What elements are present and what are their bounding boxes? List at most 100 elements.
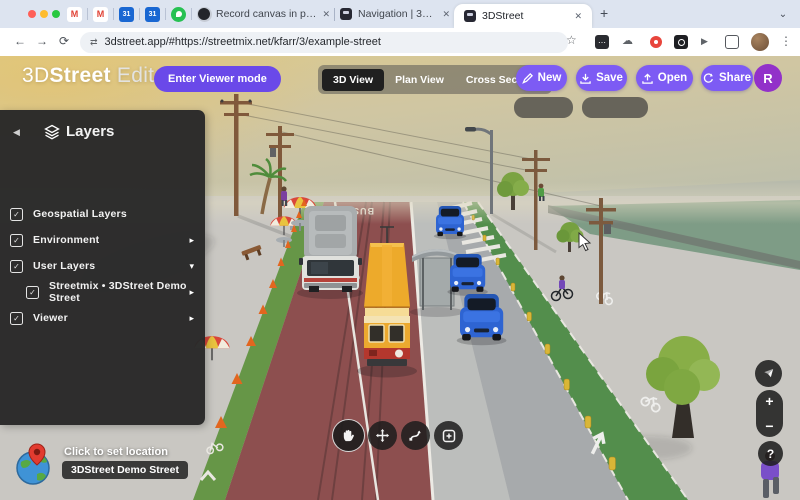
new-tab-button[interactable]: + [600, 5, 608, 21]
divider [165, 8, 166, 20]
open-button[interactable]: Open [636, 65, 693, 91]
add-square-icon [442, 429, 456, 443]
layer-row-streetmix[interactable]: ✓ Streetmix • 3DStreet Demo Street ▸ [0, 279, 205, 305]
pencil-icon [522, 73, 533, 84]
share-label: Share [719, 72, 751, 84]
profile-avatar[interactable] [751, 33, 769, 51]
tab-3d-view[interactable]: 3D View [322, 69, 384, 91]
save-button[interactable]: Save [576, 65, 627, 91]
app-logo: 3DStreet Editor [22, 64, 174, 88]
layer-row-viewer[interactable]: ✓ Viewer ▸ [0, 305, 205, 331]
tab-close-icon[interactable]: ✕ [574, 11, 582, 22]
mouse-cursor [577, 232, 593, 252]
layers-panel-title: Layers [66, 123, 114, 140]
checkbox[interactable]: ✓ [10, 234, 23, 247]
chevron-right-icon[interactable]: ▸ [189, 313, 194, 324]
omnibox[interactable]: ⇄ 3dstreet.app/#https://streetmix.net/kf… [80, 32, 568, 53]
browser-tab-strip: M M 31 31 Record canvas in posthog - Is … [0, 0, 800, 28]
bus[interactable] [297, 206, 363, 299]
extensions-icon[interactable]: ⋯ [595, 35, 609, 49]
traffic-close-button[interactable] [28, 10, 36, 18]
ghost-pill [582, 97, 648, 118]
help-button[interactable]: ? [758, 441, 783, 466]
gmail-icon[interactable]: M [93, 7, 108, 22]
enter-viewer-mode-button[interactable]: Enter Viewer mode [154, 66, 281, 92]
collapse-panel-icon[interactable]: ◀ [13, 127, 20, 138]
url-text: 3dstreet.app/#https://streetmix.net/kfar… [105, 36, 381, 48]
layer-row-geospatial[interactable]: ✓ Geospatial Layers [0, 201, 205, 227]
calendar-icon[interactable]: 31 [119, 7, 134, 22]
divider [191, 8, 192, 20]
ghost-pill [514, 97, 573, 118]
site-permissions-icon[interactable]: ⇄ [90, 37, 98, 48]
tab-title: Navigation | 3DStreet [358, 8, 436, 20]
layer-label: Viewer [33, 312, 68, 324]
save-label: Save [596, 72, 623, 84]
hand-tool-button[interactable] [332, 419, 365, 452]
browser-menu-icon[interactable]: ⋮ [780, 34, 792, 48]
share-icon [703, 73, 714, 84]
recenter-compass-button[interactable] [755, 360, 782, 387]
checkbox[interactable]: ✓ [10, 260, 23, 273]
tab-close-icon[interactable]: ✕ [322, 9, 330, 20]
download-icon [580, 73, 591, 84]
browser-tab[interactable]: Navigation | 3DStreet ✕ [340, 0, 450, 28]
shape-extension-icon[interactable] [725, 35, 739, 49]
profile-button[interactable]: R [754, 64, 782, 92]
layer-label: Geospatial Layers [33, 208, 127, 220]
reload-icon[interactable]: ⟳ [59, 34, 69, 48]
share-button[interactable]: Share [701, 65, 753, 91]
traffic-minimize-button[interactable] [40, 10, 48, 18]
new-button[interactable]: New [516, 65, 567, 91]
divider [334, 8, 335, 21]
chevron-right-icon[interactable]: ▸ [189, 235, 194, 246]
layers-icon [44, 124, 60, 140]
set-location-hint[interactable]: Click to set location [64, 446, 168, 458]
divider [87, 8, 88, 20]
traffic-zoom-button[interactable] [52, 10, 60, 18]
checkbox[interactable]: ✓ [10, 208, 23, 221]
browser-address-bar: ← → ⟳ ⇄ 3dstreet.app/#https://streetmix.… [0, 28, 800, 56]
add-entity-button[interactable] [434, 421, 463, 450]
move-tool-button[interactable] [368, 421, 397, 450]
divider [139, 8, 140, 20]
logo-3d: 3D [22, 64, 49, 87]
chevron-right-icon[interactable]: ▸ [189, 287, 194, 298]
checkbox[interactable]: ✓ [26, 286, 39, 299]
video-extension-icon[interactable]: ▶ [701, 36, 708, 47]
whatsapp-icon[interactable] [171, 7, 186, 22]
layer-label: User Layers [33, 260, 95, 272]
curve-tool-button[interactable] [401, 421, 430, 450]
record-extension-icon[interactable] [650, 36, 662, 48]
street-name-label[interactable]: 3DStreet Demo Street [62, 461, 188, 479]
camera-extension-icon[interactable] [674, 35, 688, 49]
site-favicon [340, 8, 352, 20]
zoom-out-button[interactable]: − [765, 420, 773, 432]
3dstreet-editor: BUS ONLY [0, 56, 800, 500]
zoom-in-button[interactable]: + [765, 395, 773, 407]
chevron-down-icon[interactable]: ▾ [189, 261, 194, 272]
gmail-icon[interactable]: M [67, 7, 82, 22]
posthog-favicon [198, 8, 210, 20]
tab-search-chevron[interactable]: ⌄ [774, 5, 792, 23]
tab-plan-view[interactable]: Plan View [384, 74, 455, 86]
site-favicon [464, 10, 476, 22]
upload-icon [642, 73, 653, 84]
compass-icon [761, 366, 776, 381]
forward-icon[interactable]: → [36, 34, 48, 48]
browser-tab-active[interactable]: 3DStreet ✕ [454, 4, 592, 28]
set-location-globe[interactable] [13, 442, 57, 486]
calendar-icon[interactable]: 31 [145, 7, 160, 22]
checkbox[interactable]: ✓ [10, 312, 23, 325]
cloud-extension-icon[interactable]: ☁ [622, 34, 633, 47]
layer-row-user-layers[interactable]: ✓ User Layers ▾ [0, 253, 205, 279]
divider [113, 8, 114, 20]
new-label: New [538, 72, 562, 84]
layers-panel-header: ◀ Layers [0, 120, 205, 146]
browser-tab[interactable]: Record canvas in posthog - Is ✕ [198, 0, 330, 28]
layer-row-environment[interactable]: ✓ Environment ▸ [0, 227, 205, 253]
bookmark-icon[interactable]: ☆ [566, 33, 577, 47]
back-icon[interactable]: ← [14, 34, 26, 48]
tab-close-icon[interactable]: ✕ [442, 9, 450, 20]
hand-icon [341, 428, 356, 443]
